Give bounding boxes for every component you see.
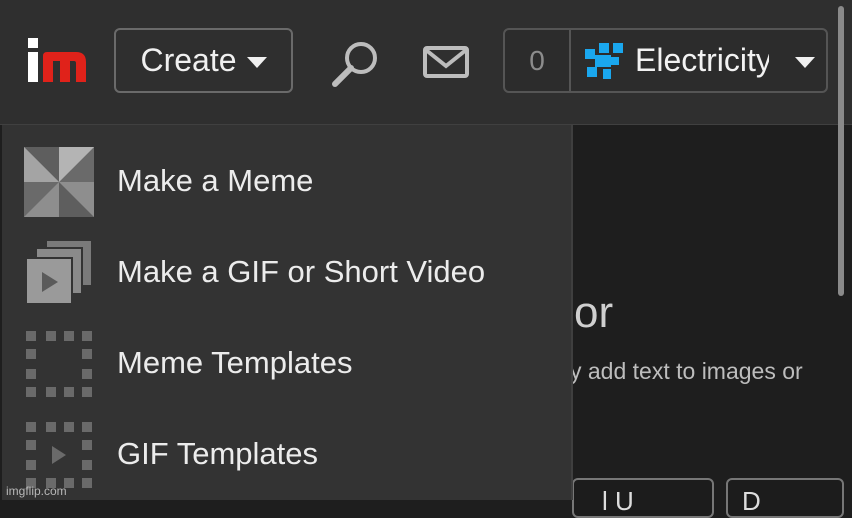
user-account-menu[interactable]: 0 Electricity <box>503 28 828 93</box>
stacked-frames-icon <box>25 239 93 305</box>
menu-item-meme-templates[interactable]: Meme Templates <box>2 318 571 408</box>
mail-icon[interactable] <box>422 44 470 80</box>
dotted-frame-icon <box>26 331 92 397</box>
points-counter[interactable]: 0 <box>505 30 571 91</box>
page-scrollbar[interactable] <box>838 6 844 296</box>
background-heading-fragment: or <box>574 288 614 337</box>
chevron-down-icon <box>246 57 267 68</box>
user-dropdown[interactable]: Electricity <box>571 30 826 91</box>
background-description-fragment: y add text to images or <box>570 358 803 384</box>
create-menu-button[interactable]: Create <box>114 28 293 93</box>
menu-item-label: Make a Meme <box>117 163 314 198</box>
search-icon[interactable] <box>330 38 382 88</box>
background-button-right[interactable]: D <box>726 478 844 518</box>
create-label: Create <box>140 42 237 78</box>
menu-item-make-meme[interactable]: Make a Meme <box>2 136 571 226</box>
user-avatar-icon <box>585 42 623 79</box>
menu-item-make-gif-video[interactable]: Make a GIF or Short Video <box>2 227 571 317</box>
chevron-down-icon <box>795 57 815 68</box>
watermark: imgflip.com <box>6 484 67 498</box>
menu-item-label: Meme Templates <box>117 345 353 380</box>
pinwheel-icon <box>24 147 94 217</box>
menu-item-label: Make a GIF or Short Video <box>117 254 486 289</box>
menu-item-label: GIF Templates <box>117 436 319 471</box>
background-button-left[interactable]: l U <box>572 478 714 518</box>
create-dropdown-menu: Make a Meme Make a GIF or Short Video Me… <box>2 125 573 500</box>
menu-item-gif-templates[interactable]: GIF Templates <box>2 409 571 499</box>
dotted-play-frame-icon <box>26 422 92 488</box>
imgflip-logo[interactable] <box>24 36 90 86</box>
top-navbar: Create 0 Electricity <box>0 0 852 125</box>
username-label: Electricity <box>635 42 769 78</box>
